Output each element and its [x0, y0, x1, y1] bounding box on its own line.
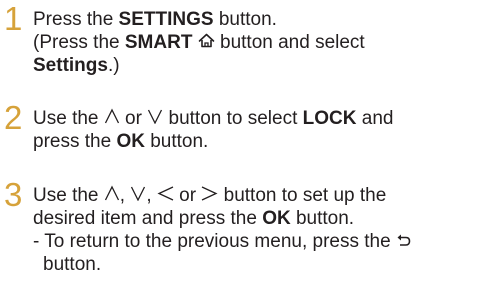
step-2-line-1: Use the or button to select LOCK and — [33, 108, 394, 129]
step-number: 1 — [4, 0, 23, 37]
smart-button-label: SMART — [124, 32, 193, 53]
step-2-line-2: press the OK button. — [33, 131, 209, 152]
step-3-line-3: - To return to the previous menu, press … — [33, 231, 411, 253]
lock-label: LOCK — [302, 108, 357, 129]
down-icon — [130, 185, 146, 201]
down-icon — [147, 108, 163, 124]
settings-menu-label: Settings — [33, 55, 108, 76]
step-3-line-2: desired item and press the OK button. — [33, 208, 355, 229]
settings-button-label: SETTINGS — [118, 9, 214, 30]
ok-button-label: OK — [262, 208, 291, 229]
instruction-page: 1 Press the SETTINGS button. (Press the … — [0, 0, 493, 298]
step-number: 3 — [4, 176, 23, 213]
left-icon — [157, 185, 174, 201]
up-icon — [104, 108, 120, 124]
step-1-line-2: (Press the SMART button and select — [33, 32, 365, 53]
step-1-line-3: Settings.) — [33, 55, 120, 76]
step-3-line-4: button. — [43, 254, 102, 275]
step-number: 2 — [4, 99, 23, 136]
ok-button-label: OK — [116, 131, 145, 152]
up-icon — [104, 185, 120, 201]
home-icon — [198, 33, 215, 48]
step-1-line-1: Press the SETTINGS button. — [33, 9, 277, 30]
right-icon — [201, 185, 218, 201]
back-icon — [396, 233, 411, 247]
step-3-line-1: Use the , , or button to set up the — [33, 185, 387, 206]
